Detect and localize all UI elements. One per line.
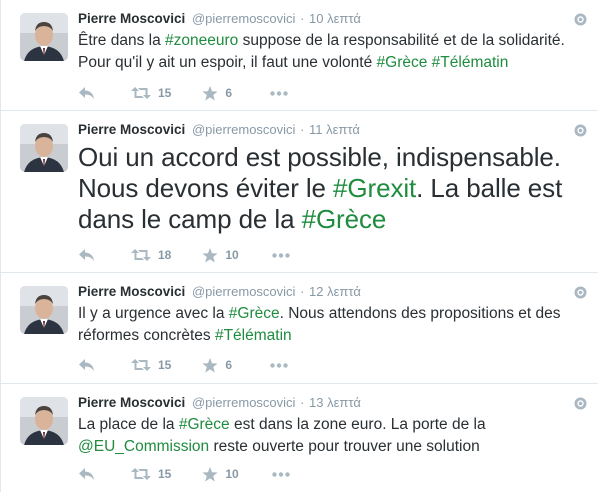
favorite-button[interactable]: 10 [202,466,239,482]
reply-icon [78,467,95,481]
favorite-count: 6 [225,86,233,100]
retweet-icon [131,86,151,100]
more-dots-icon [270,362,289,368]
text-segment: reste ouverte pour trouver une solution [209,438,480,455]
retweet-count: 15 [158,86,172,100]
separator: · [300,11,305,26]
tweet-header: Pierre Moscovici @pierremoscovici · 10 λ… [78,11,361,26]
favorite-count: 10 [225,248,239,262]
more-dots-icon [272,471,290,477]
avatar[interactable] [20,286,68,334]
retweet-button[interactable]: 15 [131,358,171,372]
author-name[interactable]: Pierre Moscovici [78,122,185,137]
retweet-icon [131,358,151,372]
star-icon [202,357,218,373]
more-button[interactable] [270,362,289,368]
retweet-count: 15 [158,358,172,372]
more-button[interactable] [270,90,289,96]
tweet-text: Oui un accord est possible, indispensabl… [78,142,587,235]
retweet-count: 18 [158,248,172,262]
tweet[interactable]: Pierre Moscovici @pierremoscovici · 10 λ… [1,0,598,111]
globe-icon [574,397,587,410]
timestamp[interactable]: 13 λεπτά [309,395,361,410]
author-name[interactable]: Pierre Moscovici [78,395,185,410]
tweet-text: Être dans la #zoneeuro suppose de la res… [78,30,587,74]
author-handle[interactable]: @pierremoscovici [192,122,296,137]
star-icon [202,247,218,263]
mention-link[interactable]: @EU_Commission [78,438,209,455]
separator: · [300,122,305,137]
reply-icon [78,248,95,262]
avatar[interactable] [20,13,68,61]
tweet-header: Pierre Moscovici @pierremoscovici · 11 λ… [78,122,360,137]
hashtag-link[interactable]: #Télématin [215,327,292,344]
hashtag-link[interactable]: #zoneeuro [165,32,238,49]
tweet[interactable]: Pierre Moscovici @pierremoscovici · 13 λ… [1,384,598,492]
retweet-button[interactable]: 18 [131,248,171,262]
reply-button[interactable] [78,86,98,100]
retweet-icon [131,467,151,481]
hashtag-link[interactable]: #Grèce [377,54,428,71]
tweet[interactable]: Pierre Moscovici @pierremoscovici · 12 λ… [1,273,598,384]
more-button[interactable] [272,471,290,477]
globe-icon [574,13,587,26]
tweet[interactable]: Pierre Moscovici @pierremoscovici · 11 λ… [1,111,598,273]
tweet-header: Pierre Moscovici @pierremoscovici · 13 λ… [78,395,361,410]
star-icon [202,466,218,482]
retweet-button[interactable]: 15 [131,467,171,481]
hashtag-link[interactable]: #Télématin [432,54,509,71]
tweet-header: Pierre Moscovici @pierremoscovici · 12 λ… [78,284,361,299]
favorite-count: 6 [225,358,233,372]
reply-button[interactable] [78,358,98,372]
favorite-count: 10 [225,467,239,481]
author-name[interactable]: Pierre Moscovici [78,11,185,26]
text-segment: Être dans la [78,32,166,49]
retweet-count: 15 [158,467,172,481]
tweet-timeline: Pierre Moscovici @pierremoscovici · 10 λ… [0,0,598,492]
reply-button[interactable] [78,248,98,262]
avatar[interactable] [20,124,68,172]
author-handle[interactable]: @pierremoscovici [192,395,296,410]
timestamp[interactable]: 12 λεπτά [309,284,361,299]
hashtag-link[interactable]: #Grèce [229,305,280,322]
tweet-actions: 15 6 [78,355,289,375]
author-name[interactable]: Pierre Moscovici [78,284,185,299]
favorite-button[interactable]: 6 [202,357,237,373]
tweet-actions: 15 6 [78,83,289,103]
retweet-icon [131,248,151,262]
reply-icon [78,86,95,100]
more-dots-icon [270,90,289,96]
text-segment: Il y a urgence avec la [78,305,229,322]
tweet-actions: 15 10 [78,464,290,484]
reply-icon [78,358,95,372]
author-handle[interactable]: @pierremoscovici [192,284,296,299]
favorite-button[interactable]: 10 [202,247,239,263]
tweet-text: Il y a urgence avec la #Grèce. Nous atte… [78,303,587,347]
text-segment: est dans la zone euro. La porte de la [229,416,486,433]
tweet-actions: 18 10 [78,245,290,265]
star-icon [202,85,218,101]
favorite-button[interactable]: 6 [202,85,237,101]
retweet-button[interactable]: 15 [131,86,171,100]
text-segment: La place de la [78,416,179,433]
hashtag-link[interactable]: #Grexit [333,173,416,203]
avatar[interactable] [20,397,68,445]
globe-icon [574,124,587,137]
more-dots-icon [272,252,290,258]
reply-button[interactable] [78,467,98,481]
timestamp[interactable]: 10 λεπτά [309,11,361,26]
timestamp[interactable]: 11 λεπτά [309,122,360,137]
globe-icon [574,286,587,299]
author-handle[interactable]: @pierremoscovici [192,11,296,26]
separator: · [300,284,305,299]
more-button[interactable] [272,252,290,258]
separator: · [300,395,305,410]
hashtag-link[interactable]: #Grèce [179,416,230,433]
tweet-text: La place de la #Grèce est dans la zone e… [78,414,587,458]
hashtag-link[interactable]: #Grèce [302,204,387,234]
